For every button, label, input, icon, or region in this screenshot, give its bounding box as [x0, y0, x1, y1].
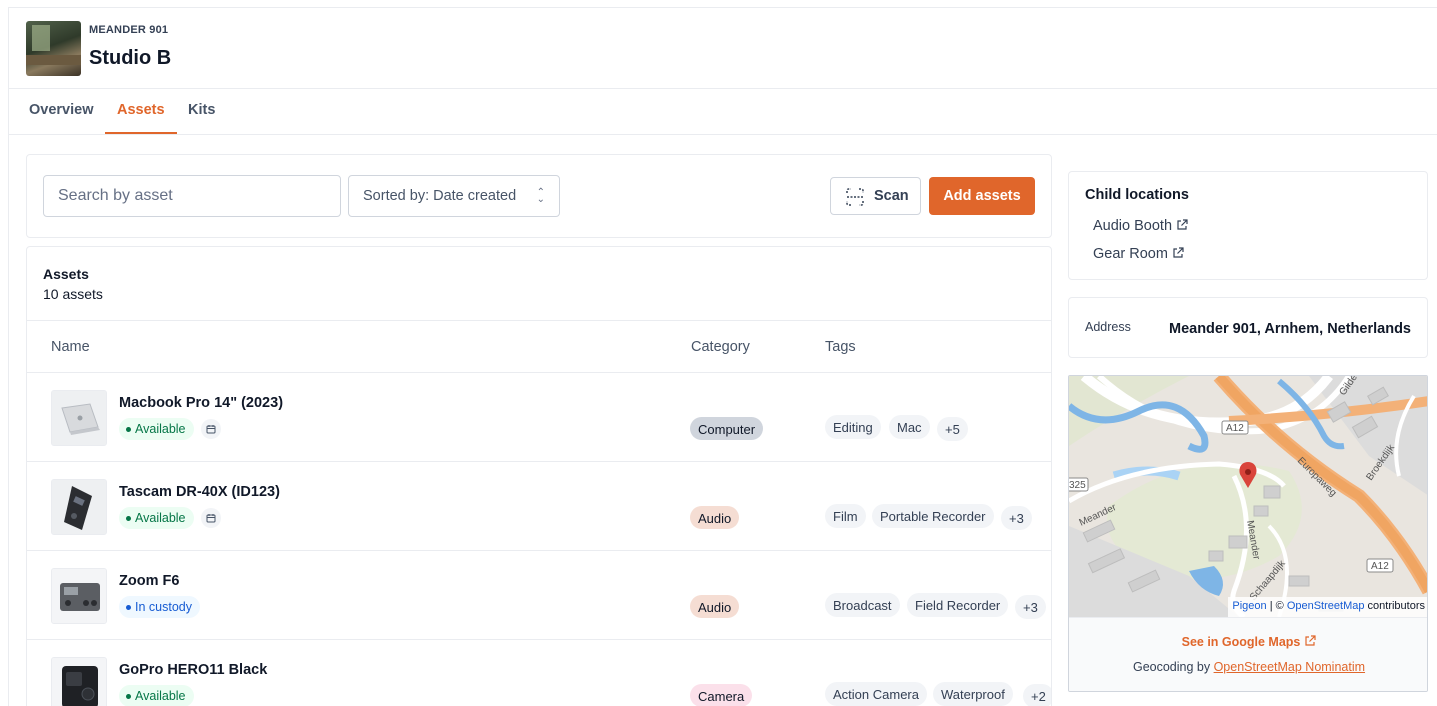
page-title: Studio B: [89, 47, 172, 69]
external-link-icon: [1305, 635, 1316, 646]
column-name: Name: [51, 339, 90, 355]
more-tags-badge[interactable]: +3: [1001, 506, 1032, 530]
map-footer: See in Google Maps Geocoding by OpenStre…: [1069, 617, 1427, 691]
tab-overview[interactable]: Overview: [29, 102, 94, 118]
status-badge: Available: [119, 507, 194, 529]
location-header: MEANDER 901 Studio B: [9, 8, 1437, 89]
osm-link[interactable]: OpenStreetMap: [1287, 600, 1365, 612]
location-thumbnail: [26, 21, 81, 76]
child-location-label: Gear Room: [1093, 246, 1168, 262]
active-tab-indicator: [105, 132, 177, 134]
chevron-up-down-icon: ⌃ ⌄: [536, 187, 545, 205]
more-tags-badge[interactable]: +3: [1015, 595, 1046, 619]
address-card: Address Meander 901, Arnhem, Netherlands: [1068, 297, 1428, 358]
asset-thumbnail: [51, 479, 107, 535]
table-row[interactable]: Macbook Pro 14" (2023) Available Compute…: [27, 373, 1051, 462]
attribution-tail: contributors: [1364, 600, 1425, 612]
asset-name[interactable]: Zoom F6: [119, 573, 179, 589]
road-label: 325: [1069, 480, 1086, 491]
nominatim-link[interactable]: OpenStreetMap Nominatim: [1214, 660, 1365, 674]
tab-assets[interactable]: Assets: [117, 102, 165, 118]
asset-thumbnail: [51, 657, 107, 706]
more-tags-badge[interactable]: +2: [1023, 684, 1051, 706]
road-label: A12: [1371, 561, 1389, 572]
assets-toolbar: Sorted by: Date created ⌃⌄ Scan Add asse…: [26, 154, 1052, 238]
scan-icon: [846, 188, 864, 206]
category-badge: Audio: [690, 506, 740, 529]
child-location-link[interactable]: Audio Booth: [1093, 218, 1188, 234]
asset-name[interactable]: GoPro HERO11 Black: [119, 662, 267, 678]
location-eyebrow: MEANDER 901: [89, 24, 169, 36]
child-location-link[interactable]: Gear Room: [1093, 246, 1184, 262]
external-link-icon: [1173, 247, 1184, 258]
status-badge: In custody: [119, 596, 200, 618]
tag-badge: Editing: [825, 415, 881, 439]
attribution-separator: | ©: [1266, 600, 1287, 612]
table-row[interactable]: GoPro HERO11 Black Available Camera Acti…: [27, 640, 1051, 706]
sort-label: Sorted by: Date created: [363, 188, 517, 204]
tag-badge: Field Recorder: [907, 593, 1009, 617]
tab-kits[interactable]: Kits: [188, 102, 215, 118]
category-badge: Audio: [690, 595, 740, 618]
search-input[interactable]: [43, 175, 341, 217]
status-badge: Available: [119, 418, 194, 440]
geocoding-prefix: Geocoding by: [1132, 660, 1214, 674]
child-locations-title: Child locations: [1085, 187, 1189, 203]
tag-badge: Portable Recorder: [872, 504, 994, 528]
asset-name[interactable]: Tascam DR-40X (ID123): [119, 484, 280, 500]
asset-thumbnail: [51, 568, 107, 624]
table-header: Name Category Tags: [27, 320, 1051, 373]
tag-badge: Broadcast: [825, 593, 900, 617]
geocoding-credit: Geocoding by OpenStreetMap Nominatim: [1069, 660, 1427, 674]
calendar-icon: [201, 419, 221, 439]
page-frame: MEANDER 901 Studio B Overview Assets Kit…: [8, 7, 1437, 706]
assets-count: 10 assets: [43, 286, 103, 302]
add-assets-button[interactable]: Add assets: [929, 177, 1035, 215]
map-attribution: Pigeon | © OpenStreetMap contributors: [1228, 597, 1427, 617]
map-tiles: A12 A12 325 Meander Europaweg Broekdijk …: [1069, 376, 1427, 617]
asset-name[interactable]: Macbook Pro 14" (2023): [119, 395, 283, 411]
tag-badge: Film: [825, 504, 866, 528]
tag-badge: Waterproof: [933, 682, 1013, 706]
tag-badge: Action Camera: [825, 682, 927, 706]
google-maps-label: See in Google Maps: [1181, 635, 1301, 649]
table-row[interactable]: Zoom F6 In custody Audio Broadcast Field…: [27, 551, 1051, 640]
external-link-icon: [1177, 219, 1188, 230]
category-badge: Camera: [690, 684, 753, 706]
more-tags-badge[interactable]: +5: [937, 417, 968, 441]
map[interactable]: A12 A12 325 Meander Europaweg Broekdijk …: [1069, 376, 1427, 617]
assets-title: Assets: [43, 266, 89, 282]
column-tags: Tags: [825, 339, 856, 355]
tag-badge: Mac: [889, 415, 930, 439]
road-label: A12: [1226, 423, 1244, 434]
address-value: Meander 901, Arnhem, Netherlands: [1168, 321, 1411, 337]
scan-button[interactable]: Scan: [830, 177, 921, 215]
status-badge: Available: [119, 685, 194, 706]
tab-bar: Overview Assets Kits: [9, 89, 1437, 135]
map-card: A12 A12 325 Meander Europaweg Broekdijk …: [1068, 375, 1428, 692]
child-location-label: Audio Booth: [1093, 218, 1173, 234]
scan-label: Scan: [874, 188, 909, 204]
sort-select[interactable]: Sorted by: Date created ⌃ ⌄: [348, 175, 560, 217]
asset-thumbnail: [51, 390, 107, 446]
table-row[interactable]: Tascam DR-40X (ID123) Available Audio Fi…: [27, 462, 1051, 551]
category-badge: Computer: [690, 417, 764, 440]
address-label: Address: [1085, 320, 1131, 334]
calendar-icon: [201, 508, 221, 528]
pigeon-link[interactable]: Pigeon: [1232, 600, 1266, 612]
child-locations-card: Child locations Audio Booth Gear Room: [1068, 171, 1428, 280]
column-category: Category: [691, 339, 750, 355]
google-maps-link[interactable]: See in Google Maps: [1069, 635, 1427, 649]
assets-table: Assets 10 assets Name Category Tags Macb…: [26, 246, 1052, 706]
